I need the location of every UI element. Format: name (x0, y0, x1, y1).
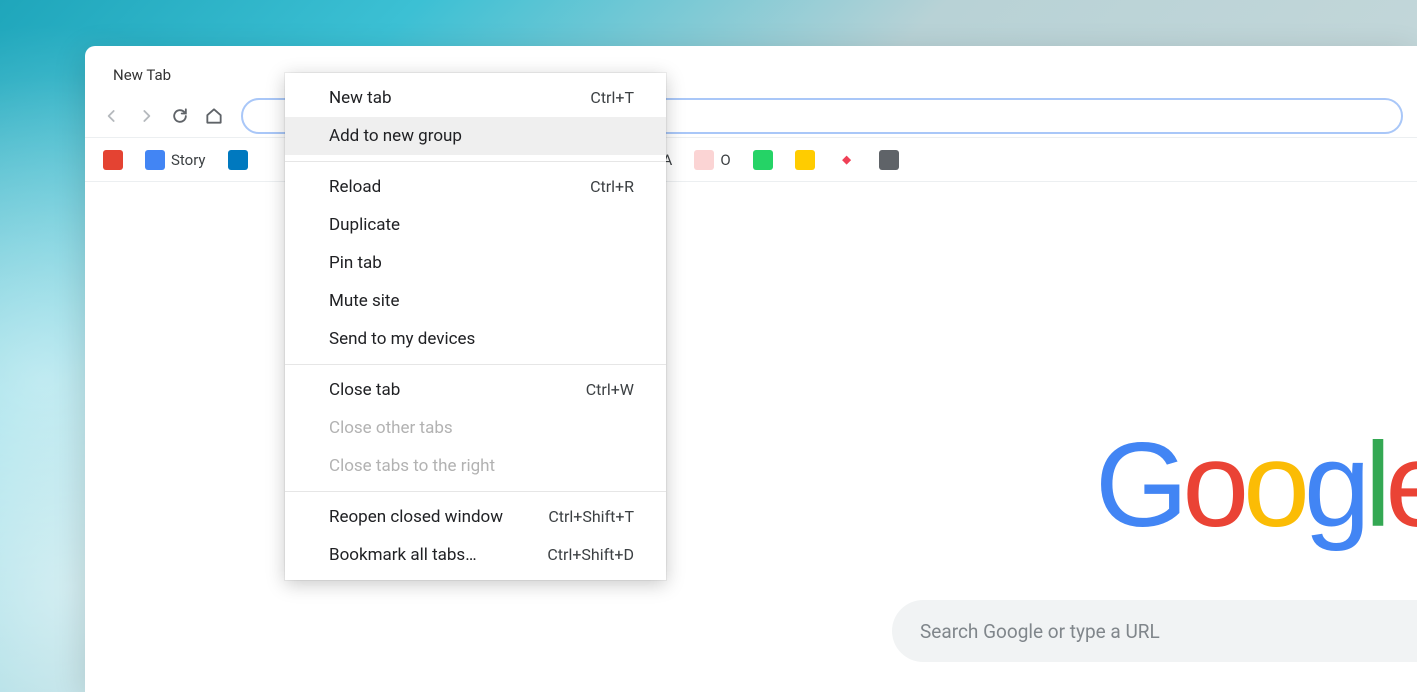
menu-item-close-tabs-to-the-right: Close tabs to the right (285, 447, 666, 485)
bookmark-icon (145, 150, 165, 170)
bookmark-label: Story (171, 151, 206, 169)
menu-separator (285, 161, 666, 162)
menu-item-shortcut: Ctrl+Shift+T (548, 507, 634, 527)
menu-item-label: Pin tab (329, 253, 382, 273)
menu-item-label: Close tabs to the right (329, 456, 495, 476)
menu-separator (285, 491, 666, 492)
menu-separator (285, 364, 666, 365)
bookmark-icon (694, 150, 714, 170)
search-placeholder: Search Google or type a URL (920, 620, 1160, 643)
menu-item-close-tab[interactable]: Close tab Ctrl+W (285, 371, 666, 409)
menu-item-mute-site[interactable]: Mute site (285, 282, 666, 320)
menu-item-label: Send to my devices (329, 329, 475, 349)
menu-item-reopen-closed-window[interactable]: Reopen closed window Ctrl+Shift+T (285, 498, 666, 536)
bookmark-trello[interactable] (222, 146, 254, 174)
bookmark-label: O (720, 151, 730, 169)
home-button[interactable] (201, 103, 227, 129)
bookmark-story[interactable]: Story (139, 146, 212, 174)
menu-item-label: Reopen closed window (329, 507, 503, 527)
bookmark-icon (228, 150, 248, 170)
menu-item-label: New tab (329, 88, 392, 108)
menu-item-shortcut: Ctrl+R (590, 177, 634, 197)
menu-item-label: Close other tabs (329, 418, 453, 438)
bookmark-icon (753, 150, 773, 170)
menu-item-duplicate[interactable]: Duplicate (285, 206, 666, 244)
tab-title: New Tab (113, 66, 171, 84)
menu-item-new-tab[interactable]: New tab Ctrl+T (285, 79, 666, 117)
bookmark-o[interactable]: O (688, 146, 736, 174)
menu-item-shortcut: Ctrl+T (590, 88, 634, 108)
bookmark-misc[interactable] (873, 146, 905, 174)
bookmark-icon (879, 150, 899, 170)
menu-item-send-to-my-devices[interactable]: Send to my devices (285, 320, 666, 358)
search-box[interactable]: Search Google or type a URL (892, 600, 1417, 662)
menu-item-shortcut: Ctrl+W (586, 380, 634, 400)
bookmark-icon (795, 150, 815, 170)
menu-item-shortcut: Ctrl+Shift+D (547, 545, 634, 565)
forward-button[interactable] (133, 103, 159, 129)
menu-item-label: Mute site (329, 291, 400, 311)
menu-item-label: Reload (329, 177, 381, 197)
bookmark-pocket[interactable]: ◆ (831, 146, 863, 174)
menu-item-label: Bookmark all tabs… (329, 545, 477, 565)
menu-item-add-to-new-group[interactable]: Add to new group (285, 117, 666, 155)
menu-item-reload[interactable]: Reload Ctrl+R (285, 168, 666, 206)
back-button[interactable] (99, 103, 125, 129)
google-logo: Google (1095, 416, 1417, 554)
reload-button[interactable] (167, 103, 193, 129)
bookmark-icon (103, 150, 123, 170)
browser-tab[interactable]: New Tab (93, 56, 191, 94)
menu-item-close-other-tabs: Close other tabs (285, 409, 666, 447)
tab-context-menu: New tab Ctrl+T Add to new group Reload Ctrl+… (285, 73, 666, 580)
bookmark-natgeo[interactable] (789, 146, 821, 174)
menu-item-pin-tab[interactable]: Pin tab (285, 244, 666, 282)
menu-item-label: Add to new group (329, 126, 462, 146)
bookmark-whatsapp[interactable] (747, 146, 779, 174)
menu-item-label: Duplicate (329, 215, 400, 235)
menu-item-bookmark-all-tabs[interactable]: Bookmark all tabs… Ctrl+Shift+D (285, 536, 666, 574)
menu-item-label: Close tab (329, 380, 400, 400)
bookmark-todoist[interactable] (97, 146, 129, 174)
bookmark-icon: ◆ (837, 150, 857, 170)
